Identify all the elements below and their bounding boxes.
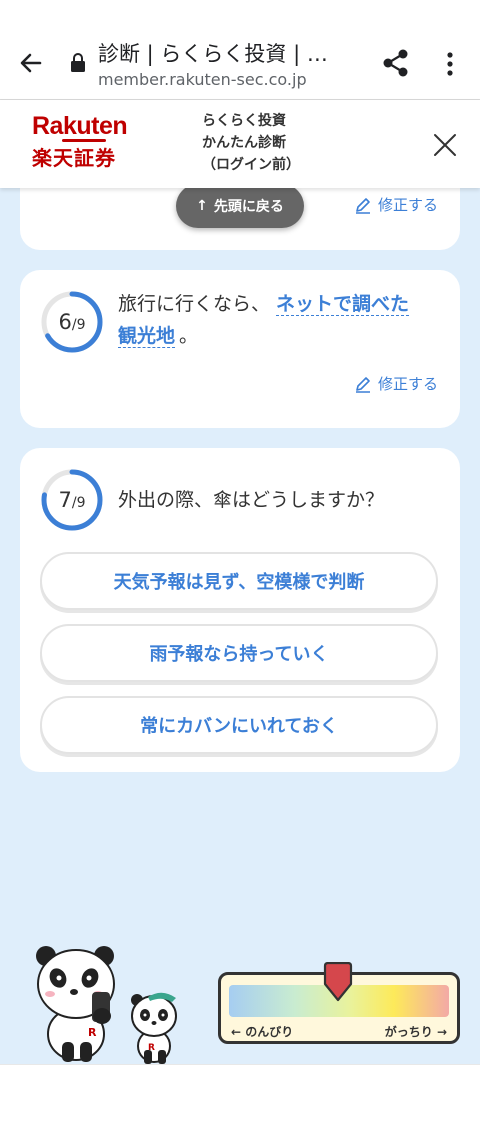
- question-progress-ring: 6 /9: [40, 290, 104, 354]
- lock-icon: [70, 52, 86, 72]
- answer-option[interactable]: 雨予報なら持っていく: [40, 624, 438, 682]
- header-title-line: らくらく投資: [202, 113, 286, 129]
- rakuten-securities-logo: 楽天証券: [32, 146, 116, 170]
- rakuten-logo: Rakuten: [32, 112, 128, 140]
- more-menu-icon[interactable]: [440, 50, 460, 78]
- answer-option[interactable]: 常にカバンにいれておく: [40, 696, 438, 754]
- edit-link-label: 修正する: [378, 375, 439, 393]
- edit-link[interactable]: 修正する: [354, 194, 438, 215]
- meter-pointer-icon: [323, 962, 353, 1002]
- share-icon[interactable]: [382, 48, 410, 78]
- progress-current: 6: [58, 310, 72, 334]
- close-icon[interactable]: [430, 130, 460, 160]
- edit-link[interactable]: 修正する: [354, 373, 438, 394]
- question-suffix: 。: [179, 325, 199, 347]
- scroll-to-top-label: 先頭に戻る: [213, 199, 284, 215]
- bottom-bar: [0, 1064, 480, 1121]
- panda-mascot-icon: R: [36, 946, 115, 1062]
- selected-answer: 観光地: [118, 325, 176, 348]
- pencil-icon: [356, 376, 370, 393]
- meter-left-label: ← のんびり: [231, 1025, 294, 1039]
- scroll-to-top-button[interactable]: ↑ 先頭に戻る: [176, 184, 304, 228]
- back-arrow-icon[interactable]: [16, 48, 46, 78]
- pencil-icon: [356, 197, 370, 214]
- page-title[interactable]: 診断 | らくらく投資 | …: [98, 38, 328, 68]
- question-text: 旅行に行くなら、 ネットで調べた 観光地。: [118, 288, 438, 352]
- small-panda-mascot-icon: R: [131, 992, 177, 1064]
- page-url[interactable]: member.rakuten-sec.co.jp: [98, 70, 307, 89]
- progress-current: 7: [58, 488, 72, 512]
- edit-link-label: 修正する: [378, 196, 439, 214]
- question-progress-ring: 7 /9: [40, 468, 104, 532]
- answer-option[interactable]: 天気予報は見ず、空模様で判断: [40, 552, 438, 610]
- svg-text:R: R: [88, 1026, 97, 1039]
- header-title: らくらく投資 かんたん診断 （ログイン前）: [202, 110, 300, 176]
- svg-text:R: R: [148, 1043, 155, 1053]
- selected-answer: ネットで調べた: [276, 293, 410, 316]
- progress-total: /9: [71, 317, 86, 333]
- progress-total: /9: [71, 495, 86, 511]
- browser-toolbar: 診断 | らくらく投資 | … member.rakuten-sec.co.jp: [0, 0, 480, 100]
- question-prefix: 旅行に行くなら、: [118, 293, 271, 315]
- header-title-line: （ログイン前）: [202, 157, 300, 173]
- header-title-line: かんたん診断: [202, 135, 286, 151]
- meter-right-label: がっちり →: [384, 1025, 447, 1039]
- arrow-up-icon: ↑: [196, 198, 208, 214]
- question-text: 外出の際、傘はどうしますか？: [118, 489, 385, 511]
